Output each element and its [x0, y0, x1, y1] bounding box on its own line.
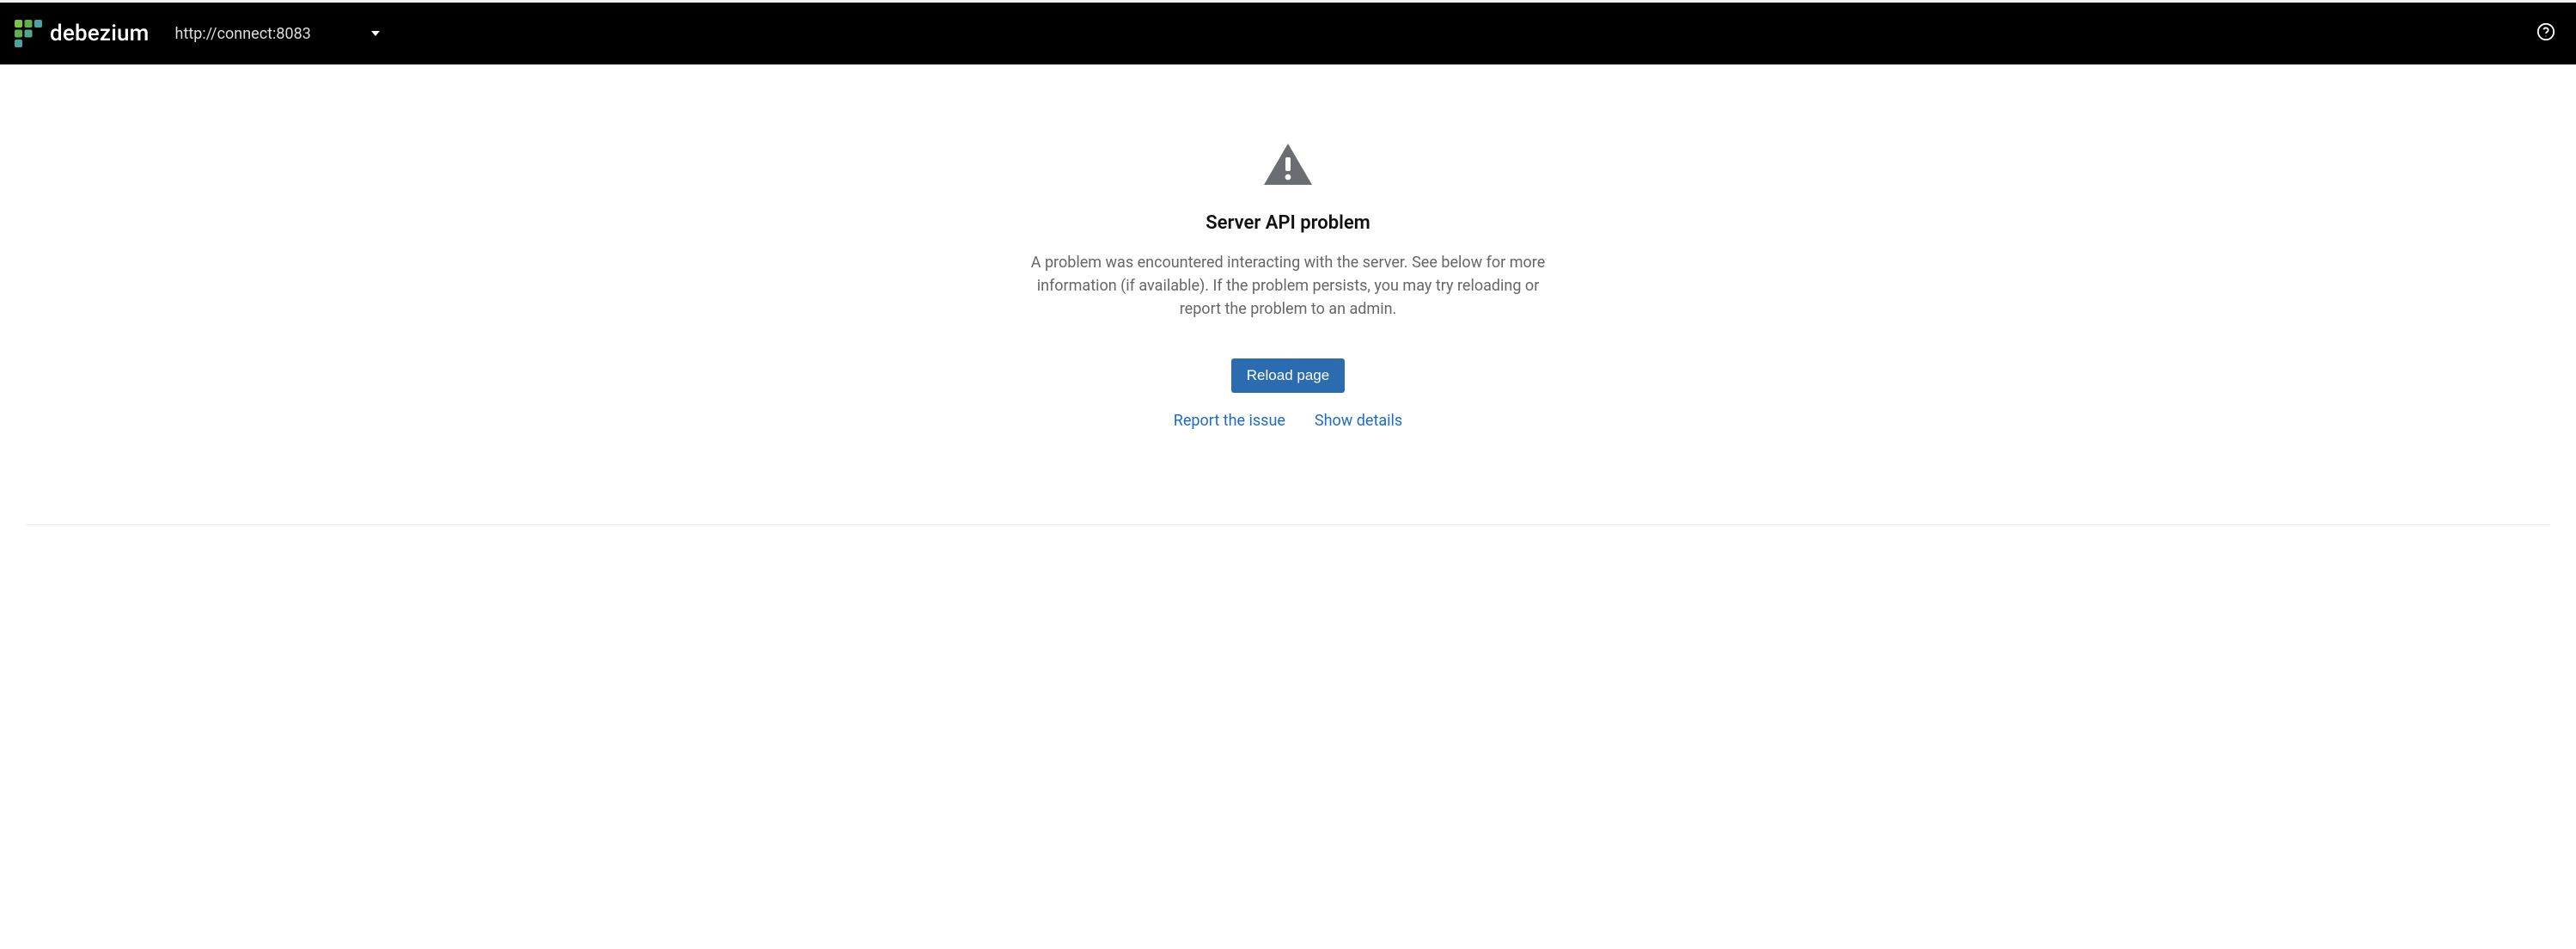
error-title: Server API problem — [1206, 212, 1370, 234]
brand-logo[interactable]: debezium — [14, 19, 150, 48]
help-icon[interactable] — [2536, 22, 2555, 41]
show-details-link[interactable]: Show details — [1315, 412, 1402, 430]
error-description: A problem was encountered interacting wi… — [1030, 251, 1546, 321]
footer-divider — [26, 524, 2550, 525]
warning-icon — [1262, 142, 1314, 187]
error-panel: Server API problem A problem was encount… — [0, 64, 2576, 430]
header-left: debezium http://connect:8083 — [14, 19, 388, 48]
cluster-selector[interactable]: http://connect:8083 — [167, 20, 388, 48]
header-right — [2536, 22, 2562, 45]
brand-name: debezium — [50, 21, 150, 46]
debezium-logo-icon — [14, 19, 43, 48]
app-header: debezium http://connect:8083 — [0, 3, 2576, 64]
reload-button[interactable]: Reload page — [1231, 358, 1345, 393]
error-links: Report the issue Show details — [1174, 412, 1402, 430]
chevron-down-icon — [371, 31, 380, 36]
cluster-url: http://connect:8083 — [175, 25, 311, 43]
report-issue-link[interactable]: Report the issue — [1174, 412, 1285, 430]
